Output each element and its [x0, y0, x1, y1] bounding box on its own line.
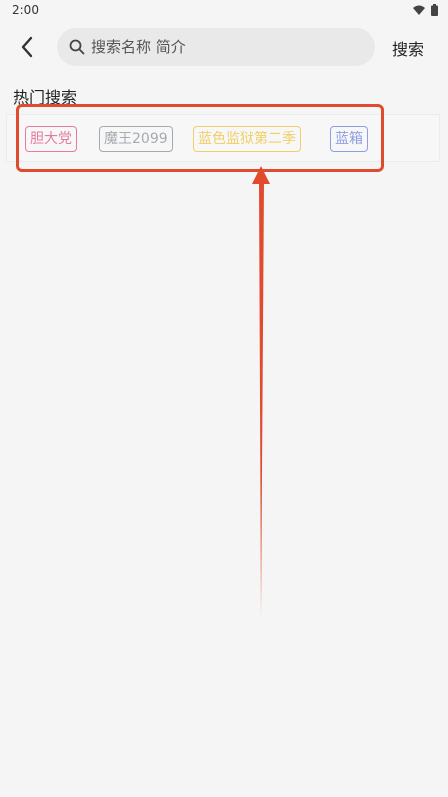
annotation-arrow [252, 166, 270, 617]
annotation-arrow-head [252, 166, 270, 184]
annotation-arrow-shaft [259, 180, 264, 617]
